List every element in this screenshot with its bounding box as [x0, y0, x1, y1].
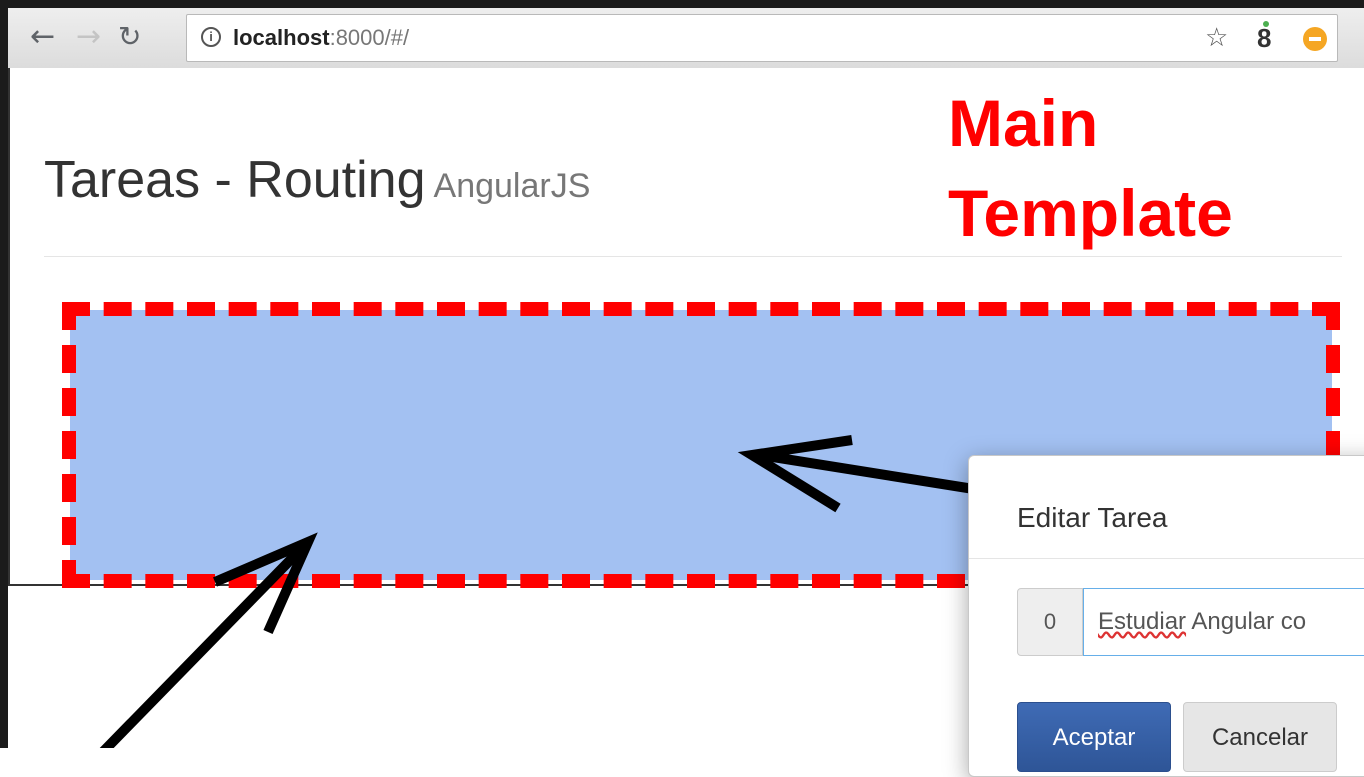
modal-title: Editar Tarea — [1017, 502, 1168, 533]
modal-header: Editar Tarea — [969, 456, 1364, 559]
cancel-button[interactable]: Cancelar — [1183, 702, 1337, 772]
task-name-rest: Angular co — [1186, 608, 1307, 635]
task-name-word: Estudiar — [1098, 608, 1187, 635]
arrow-from-bottom-icon — [99, 541, 309, 748]
task-name-input[interactable]: Estudiar Angular co — [1083, 588, 1364, 656]
accept-button[interactable]: Aceptar — [1017, 702, 1171, 772]
edit-task-modal: Editar Tarea 0 Estudiar Angular co Acept… — [968, 455, 1364, 777]
task-input-group: 0 Estudiar Angular co — [1017, 588, 1364, 656]
arrow-head-modal-icon — [737, 435, 853, 513]
task-id-addon: 0 — [1017, 588, 1083, 656]
